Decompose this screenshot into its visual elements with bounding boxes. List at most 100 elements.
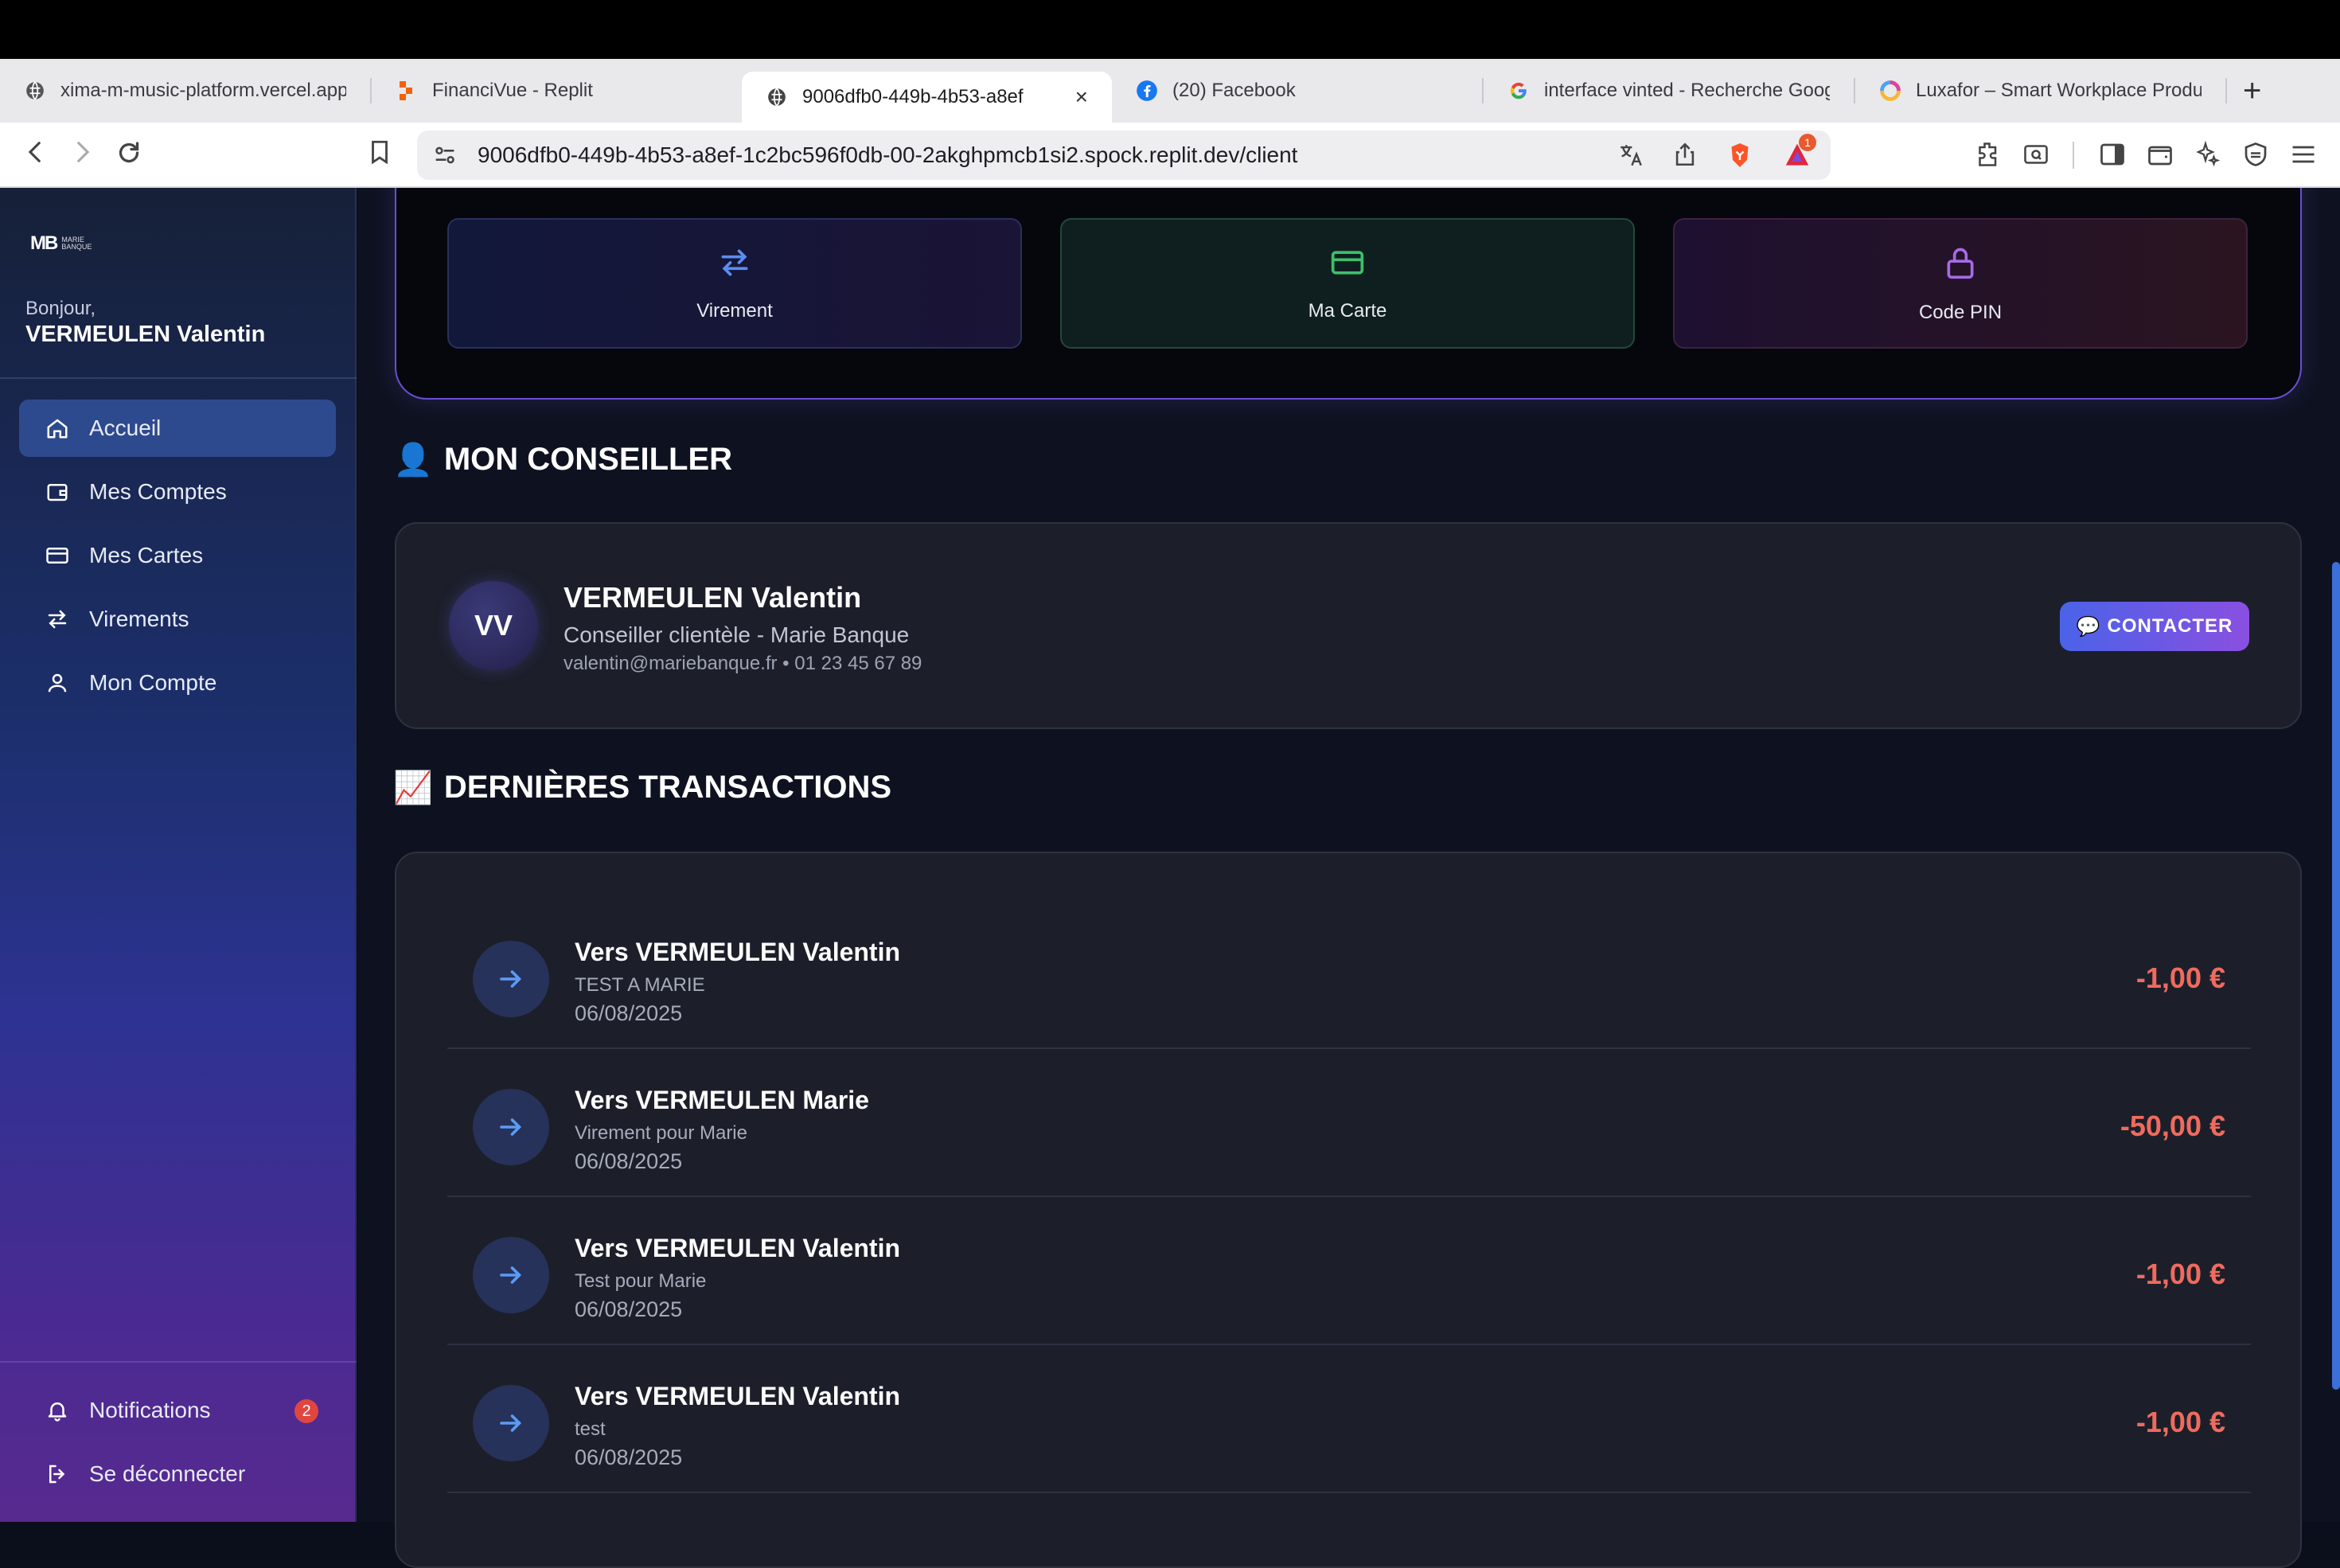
transactions-heading: 📈 DERNIÈRES TRANSACTIONS xyxy=(393,769,891,806)
logo-mark: MB xyxy=(30,232,58,254)
transaction-amount: -1,00 € xyxy=(2135,1258,2225,1290)
sidebar-item-label: Mon Compte xyxy=(89,670,217,695)
sidebar-item-label: Virements xyxy=(89,607,189,631)
sidebar-item-label: Mes Cartes xyxy=(89,543,204,568)
list-item[interactable]: Vers VERMEULEN Valentin Test pour Marie … xyxy=(447,1197,2251,1345)
quick-action-code-pin[interactable]: Code PIN xyxy=(1673,218,2248,349)
transaction-amount: -1,00 € xyxy=(2135,961,2225,994)
extensions-icon[interactable] xyxy=(1974,140,2003,169)
transaction-date: 06/08/2025 xyxy=(575,1001,683,1025)
advisor-role: Conseiller clientèle - Marie Banque xyxy=(564,622,910,647)
app-container: MB MARIE BANQUE Bonjour, VERMEULEN Valent… xyxy=(0,188,2340,1568)
globe-icon xyxy=(24,80,46,102)
transaction-description: Virement pour Marie xyxy=(575,1122,747,1144)
quick-action-virement[interactable]: Virement xyxy=(447,218,1022,349)
transactions-card: Vers VERMEULEN Valentin TEST A MARIE 06/… xyxy=(395,852,2302,1568)
list-item[interactable]: Vers VERMEULEN Marie Virement pour Marie… xyxy=(447,1049,2251,1197)
transaction-description: Test pour Marie xyxy=(575,1270,707,1292)
list-item[interactable]: Vers VERMEULEN Valentin TEST A MARIE 06/… xyxy=(447,901,2251,1049)
sidebar-item-notifications[interactable]: Notifications 2 xyxy=(19,1382,336,1439)
tab-google[interactable]: interface vinted - Recherche Google xyxy=(1484,65,1854,116)
advisor-name: VERMEULEN Valentin xyxy=(564,581,862,614)
vpn-shield-icon[interactable] xyxy=(2241,140,2270,169)
avatar: VV xyxy=(449,581,538,670)
brave-shield-icon[interactable] xyxy=(1726,140,1754,176)
back-icon[interactable] xyxy=(22,138,49,166)
share-icon[interactable] xyxy=(1671,140,1698,174)
tab-facebook[interactable]: (20) Facebook xyxy=(1112,65,1482,116)
sidebar-item-mes-cartes[interactable]: Mes Cartes xyxy=(19,527,336,584)
reload-icon[interactable] xyxy=(115,138,143,167)
sidebar-bottom: Notifications 2 Se déconnecter xyxy=(19,1382,336,1509)
user-icon xyxy=(45,670,70,696)
wallet-icon[interactable] xyxy=(2146,140,2174,169)
arrow-right-icon xyxy=(473,1385,549,1461)
list-item[interactable]: Vers VERMEULEN Valentin test 06/08/2025 … xyxy=(447,1345,2251,1493)
bank-logo: MB MARIE BANQUE xyxy=(30,232,92,255)
arrow-right-icon xyxy=(473,1237,549,1313)
tab-active-client[interactable]: 9006dfb0-449b-4b53-a8ef × xyxy=(742,72,1112,123)
new-tab-button[interactable]: + xyxy=(2243,75,2261,107)
transaction-date: 06/08/2025 xyxy=(575,1445,683,1469)
notification-badge: 2 xyxy=(294,1399,318,1423)
tab-separator xyxy=(2225,78,2227,103)
transfer-icon xyxy=(45,607,70,632)
tab-luxafor[interactable]: Luxafor – Smart Workplace Products xyxy=(1855,65,2225,116)
address-bar[interactable]: 9006dfb0-449b-4b53-a8ef-1c2bc596f0db-00-… xyxy=(417,131,1831,180)
browser-toolbar: 9006dfb0-449b-4b53-a8ef-1c2bc596f0db-00-… xyxy=(0,123,2340,188)
translate-icon[interactable] xyxy=(1617,142,1644,174)
sidebar-toggle-icon[interactable] xyxy=(2098,140,2127,169)
chat-icon: 💬 xyxy=(2076,615,2101,638)
divider xyxy=(0,1361,357,1363)
sidebar-item-accueil[interactable]: Accueil xyxy=(19,400,336,457)
transaction-name: Vers VERMEULEN Marie xyxy=(575,1086,869,1114)
menu-icon[interactable] xyxy=(2289,140,2318,169)
facebook-icon xyxy=(1136,80,1158,102)
sidebar-item-mon-compte[interactable]: Mon Compte xyxy=(19,654,336,712)
globe-icon xyxy=(766,86,788,108)
tab-title: xima-m-music-platform.vercel.app xyxy=(60,80,346,101)
logout-button[interactable]: Se déconnecter xyxy=(19,1445,336,1503)
greeting: Bonjour, xyxy=(25,298,96,319)
url-text: 9006dfb0-449b-4b53-a8ef-1c2bc596f0db-00-… xyxy=(478,142,1298,167)
sidebar-menu: Accueil Mes Comptes Mes Cartes Virements… xyxy=(19,400,336,718)
bookmark-icon[interactable] xyxy=(366,138,393,166)
bell-icon xyxy=(45,1398,70,1423)
transaction-description: test xyxy=(575,1418,606,1440)
home-icon xyxy=(45,415,70,441)
transaction-name: Vers VERMEULEN Valentin xyxy=(575,1234,901,1262)
advisor-heading: 👤 MON CONSEILLER xyxy=(393,441,732,478)
transaction-date: 06/08/2025 xyxy=(575,1297,683,1321)
person-icon: 👤 xyxy=(393,443,433,478)
logout-label: Se déconnecter xyxy=(89,1461,246,1486)
sidebar-item-label: Accueil xyxy=(89,415,162,440)
quick-action-ma-carte[interactable]: Ma Carte xyxy=(1060,218,1635,349)
screen-top-bar xyxy=(0,0,2340,59)
sidebar-item-label: Notifications xyxy=(89,1398,211,1422)
advisor-contact: valentin@mariebanque.fr • 01 23 45 67 89 xyxy=(564,653,922,674)
site-settings-icon[interactable] xyxy=(431,142,458,174)
advisor-card: VV VERMEULEN Valentin Conseiller clientè… xyxy=(395,522,2302,729)
forward-icon[interactable] xyxy=(68,138,96,166)
sidebar-item-label: Mes Comptes xyxy=(89,479,227,504)
quick-action-label: Virement xyxy=(696,299,773,322)
transaction-date: 06/08/2025 xyxy=(575,1149,683,1173)
close-tab-icon[interactable]: × xyxy=(1075,84,1088,110)
leo-ai-icon[interactable] xyxy=(2194,140,2222,169)
tab-xima[interactable]: xima-m-music-platform.vercel.app xyxy=(0,65,370,116)
sidebar-item-virements[interactable]: Virements xyxy=(19,591,336,648)
leo-search-icon[interactable] xyxy=(2022,140,2050,169)
logout-icon xyxy=(45,1461,70,1487)
sidebar-item-mes-comptes[interactable]: Mes Comptes xyxy=(19,463,336,521)
divider xyxy=(0,377,357,379)
arrow-right-icon xyxy=(473,941,549,1017)
transaction-name: Vers VERMEULEN Valentin xyxy=(575,1382,901,1410)
quick-action-label: Ma Carte xyxy=(1308,299,1387,322)
contact-button-label: CONTACTER xyxy=(2107,615,2233,637)
scrollbar[interactable] xyxy=(2332,562,2340,1390)
tab-financivue[interactable]: FinanciVue - Replit xyxy=(372,65,742,116)
rewards-badge: 1 xyxy=(1799,134,1816,151)
contact-button[interactable]: 💬 CONTACTER xyxy=(2060,602,2249,651)
tab-title: Luxafor – Smart Workplace Products xyxy=(1916,80,2202,101)
transaction-description: TEST A MARIE xyxy=(575,974,705,996)
